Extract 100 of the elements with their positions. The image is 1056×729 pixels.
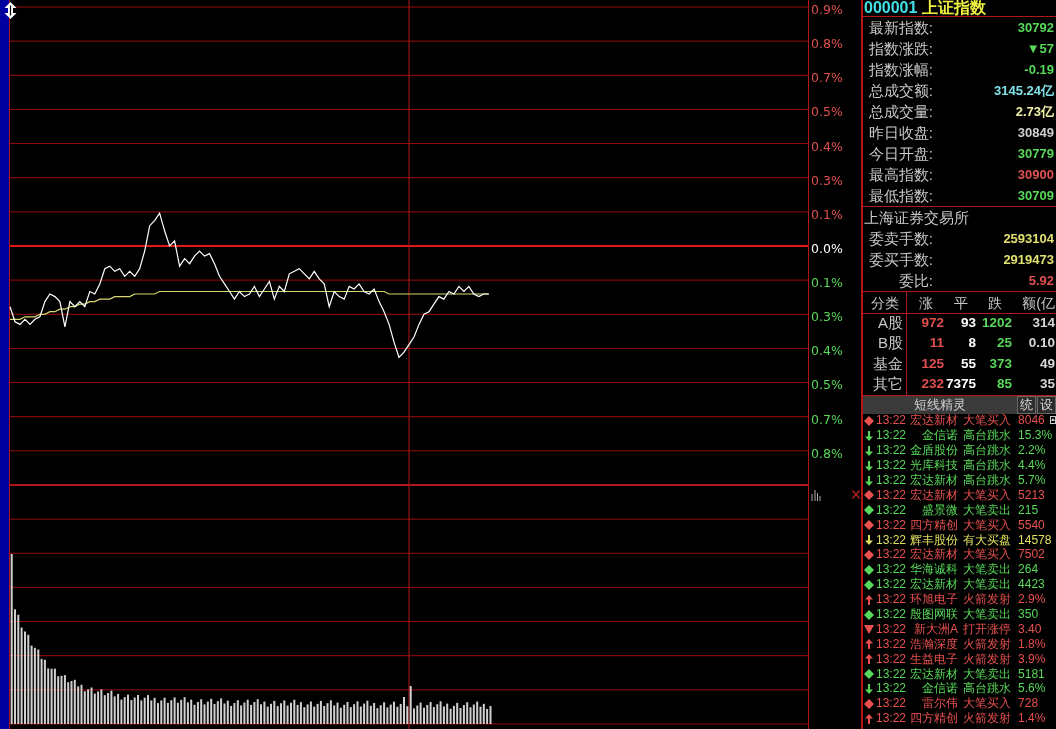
table-cell: 972 bbox=[921, 314, 944, 331]
alert-time: 13:22 bbox=[876, 444, 907, 458]
stat-value: 3145.24亿 bbox=[994, 82, 1054, 99]
stat-value: 5.92 bbox=[1028, 272, 1054, 289]
stat-value: ▼57 bbox=[1026, 40, 1054, 57]
stock-name: 辉丰股份 bbox=[910, 533, 959, 547]
alert-type: 大笔卖出 bbox=[963, 667, 1012, 681]
stat-value: 2593104 bbox=[1003, 230, 1054, 247]
row-label: 基金 bbox=[873, 354, 903, 373]
table-cell: 35 bbox=[1039, 376, 1055, 393]
bars-icon[interactable] bbox=[811, 490, 821, 501]
axis-tick-label: 0.4% bbox=[811, 344, 843, 359]
stock-name: 雷尔伟 bbox=[922, 697, 959, 711]
alert-time: 13:22 bbox=[876, 652, 907, 666]
column-header: 额(亿 bbox=[1022, 293, 1055, 312]
axis-tick-label: 0.8% bbox=[811, 446, 843, 461]
scroll-up-icon[interactable] bbox=[1050, 415, 1056, 424]
stat-label: 总成交量: bbox=[868, 102, 933, 121]
stat-label: 委买手数: bbox=[868, 250, 933, 269]
stock-name: 宏达新材 bbox=[910, 488, 959, 502]
stat-label: 昨日收盘: bbox=[868, 123, 933, 142]
table-cell: 49 bbox=[1039, 355, 1055, 372]
column-header: 平 bbox=[954, 293, 968, 312]
alert-time: 13:22 bbox=[876, 503, 907, 517]
table-cell: 7375 bbox=[945, 376, 976, 393]
table-cell: 314 bbox=[1032, 314, 1055, 331]
stat-value: 30849 bbox=[1017, 124, 1054, 141]
stock-name: 宏达新材 bbox=[910, 548, 959, 562]
alert-type: 火箭发射 bbox=[963, 593, 1012, 607]
table-cell: 55 bbox=[960, 355, 976, 372]
alert-value: 264 bbox=[1018, 563, 1039, 577]
alert-type: 火箭发射 bbox=[963, 652, 1012, 666]
stock-name: 四方精创 bbox=[910, 518, 959, 532]
alert-time: 13:22 bbox=[876, 414, 907, 428]
stat-value: 2.73亿 bbox=[1015, 103, 1054, 120]
index-code: 000001 bbox=[864, 0, 918, 16]
stat-label: 最高指数: bbox=[868, 165, 933, 184]
alert-time: 13:22 bbox=[876, 622, 907, 636]
table-cell: 373 bbox=[989, 355, 1012, 372]
table-cell: 85 bbox=[996, 376, 1012, 393]
stock-name: 宏达新材 bbox=[910, 414, 959, 428]
header-button[interactable]: 统 bbox=[1017, 395, 1036, 414]
exchange-name: 上海证券交易所 bbox=[864, 208, 969, 227]
alert-type: 高台跳水 bbox=[963, 459, 1012, 473]
stock-name: 金信诺 bbox=[922, 429, 959, 443]
axis-tick-label: 0.5% bbox=[811, 378, 843, 393]
close-icon[interactable] bbox=[852, 490, 860, 499]
row-label: A股 bbox=[878, 313, 903, 332]
alert-value: 2.9% bbox=[1018, 593, 1046, 607]
alert-type: 大笔买入 bbox=[963, 414, 1012, 428]
axis-tick-label: 0.4% bbox=[811, 139, 843, 154]
stock-name: 宏达新材 bbox=[910, 578, 959, 592]
stock-name: 光库科技 bbox=[910, 459, 959, 473]
alert-time: 13:22 bbox=[876, 712, 907, 726]
axis-tick-label: 0.3% bbox=[811, 310, 843, 325]
stat-label: 指数涨幅: bbox=[868, 60, 933, 79]
stock-name: 宏达新材 bbox=[910, 474, 959, 487]
alert-value: 728 bbox=[1018, 697, 1039, 711]
stat-label: 总成交额: bbox=[868, 81, 933, 100]
updown-arrows-icon[interactable] bbox=[4, 2, 17, 19]
alert-type: 大笔买入 bbox=[963, 548, 1012, 562]
stock-name: 生益电子 bbox=[910, 652, 959, 666]
table-cell: 232 bbox=[921, 376, 944, 393]
stat-label: 最低指数: bbox=[868, 186, 933, 205]
alert-type: 大笔买入 bbox=[963, 518, 1012, 532]
alert-value: 14578 bbox=[1018, 533, 1052, 547]
header-button[interactable]: 设 bbox=[1037, 395, 1056, 414]
column-header: 跌 bbox=[988, 293, 1002, 312]
alert-time: 13:22 bbox=[876, 429, 907, 443]
alert-value: 5540 bbox=[1018, 518, 1045, 532]
alert-type: 高台跳水 bbox=[963, 429, 1012, 443]
alert-time: 13:22 bbox=[876, 488, 907, 502]
alert-value: 7502 bbox=[1018, 548, 1045, 562]
alert-time: 13:22 bbox=[876, 637, 907, 651]
alert-type: 高台跳水 bbox=[963, 474, 1012, 487]
stat-value: -0.19 bbox=[1024, 61, 1054, 78]
stock-name: 四方精创 bbox=[910, 712, 959, 726]
alert-value: 3.40 bbox=[1018, 622, 1042, 636]
stock-name: 宏达新材 bbox=[910, 667, 959, 681]
stock-name: 金盾股份 bbox=[910, 444, 959, 458]
alert-type: 有大买盘 bbox=[963, 533, 1012, 547]
row-label: B股 bbox=[878, 334, 903, 353]
alert-time: 13:22 bbox=[876, 697, 907, 711]
alert-value: 1.8% bbox=[1018, 637, 1046, 651]
panel-title: 短线精灵 bbox=[913, 396, 966, 413]
stat-label: 最新指数: bbox=[868, 18, 933, 37]
alert-value: 5213 bbox=[1018, 488, 1045, 502]
table-cell: 93 bbox=[960, 314, 976, 331]
alert-type: 大笔卖出 bbox=[963, 608, 1012, 621]
axis-tick-label: 0.5% bbox=[811, 105, 843, 120]
alert-type: 火箭发射 bbox=[963, 637, 1012, 651]
table-cell: 1202 bbox=[981, 314, 1012, 331]
alert-value: 15.3% bbox=[1018, 429, 1053, 443]
stat-value: 30779 bbox=[1017, 145, 1054, 162]
alert-time: 13:22 bbox=[876, 518, 907, 532]
alert-time: 13:22 bbox=[876, 667, 907, 681]
stat-value: 2919473 bbox=[1003, 251, 1054, 268]
alert-time: 13:22 bbox=[876, 578, 907, 592]
alert-value: 215 bbox=[1018, 503, 1039, 517]
alert-time: 13:22 bbox=[876, 682, 907, 696]
